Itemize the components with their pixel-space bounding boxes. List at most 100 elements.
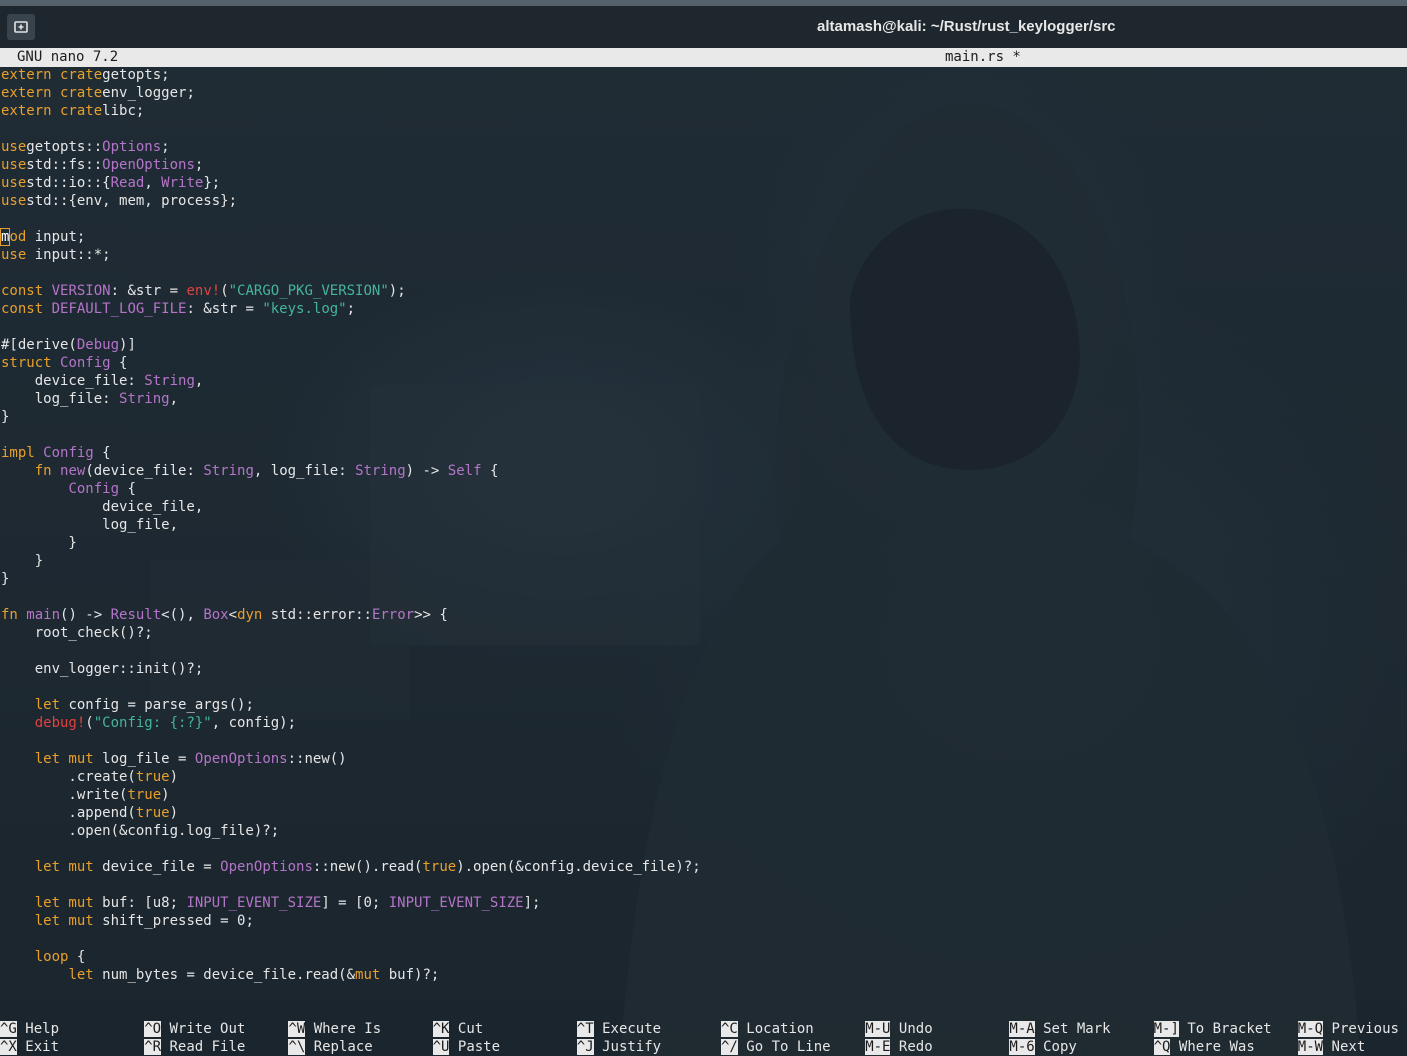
shortcut-location[interactable]: ^C Location [721,1020,814,1038]
shortcut-go-to-line[interactable]: ^/ Go To Line [721,1038,831,1056]
code-line[interactable] [1,318,701,336]
code-line[interactable]: .write(true) [1,786,701,804]
code-line[interactable]: Config { [1,480,701,498]
code-line[interactable]: } [1,534,701,552]
code-token: input; [26,229,86,245]
code-token: impl [1,445,35,461]
shortcut-key: M-W [1297,1039,1324,1055]
shortcut-help[interactable]: ^G Help [0,1020,59,1038]
code-line[interactable]: device_file, [1,498,701,516]
code-token: mut [355,967,381,983]
code-line[interactable]: let mut shift_pressed = 0; [1,912,701,930]
shortcut-undo[interactable]: M-U Undo [865,1020,933,1038]
code-line[interactable]: mod input; [0,228,701,246]
code-token: fn [1,607,18,623]
code-line[interactable] [1,840,701,858]
shortcut-label: Location [746,1021,814,1037]
code-token: #[derive( [1,337,77,353]
code-line[interactable]: usestd::fs::OpenOptions; [1,156,701,174]
code-line[interactable]: } [1,570,701,588]
shortcut-execute[interactable]: ^T Execute [576,1020,661,1038]
code-line[interactable]: log_file: String, [1,390,701,408]
code-token: use [1,157,27,173]
new-tab-button[interactable] [7,14,35,40]
code-token: env! [186,283,221,299]
shortcut-cut[interactable]: ^K Cut [432,1020,483,1038]
shortcut-exit[interactable]: ^X Exit [0,1038,59,1056]
code-line[interactable]: usestd::io::{Read, Write}; [1,174,701,192]
code-line[interactable]: } [1,552,701,570]
code-token: root_check()?; [1,625,153,641]
code-line[interactable]: .open(&config.log_file)?; [1,822,701,840]
code-line[interactable] [1,210,701,228]
code-token: log_file, [1,517,179,533]
code-line[interactable]: extern crateenv_logger; [1,84,701,102]
code-token: const [1,283,44,299]
code-line[interactable] [1,120,701,138]
code-line[interactable] [1,588,701,606]
shortcut-previous[interactable]: M-Q Previous [1297,1020,1399,1038]
code-token: let mut [34,913,94,929]
code-line[interactable]: usegetopts::Options; [1,138,701,156]
code-line[interactable]: log_file, [1,516,701,534]
shortcut-key: ^O [144,1021,162,1037]
code-line[interactable] [1,732,701,750]
code-line[interactable] [1,930,701,948]
shortcut-label: Read File [169,1039,246,1055]
code-line[interactable]: fn main() -> Result<(), Box<dyn std::err… [1,606,701,624]
code-line[interactable]: struct Config { [1,354,701,372]
code-line[interactable]: env_logger::init()?; [1,660,701,678]
code-token: String [203,463,254,479]
shortcut-write-out[interactable]: ^O Write Out [144,1020,245,1038]
code-token: INPUT_EVENT_SIZE [388,895,524,911]
code-line[interactable]: debug!("Config: {:?}", config); [1,714,701,732]
code-line[interactable]: loop { [1,948,701,966]
code-editor[interactable]: extern crategetopts; extern crateenv_logg… [0,66,701,984]
code-line[interactable]: .append(true) [1,804,701,822]
code-line[interactable]: let mut buf: [u8; INPUT_EVENT_SIZE] = [0… [1,894,701,912]
shortcut-key: ^C [721,1021,738,1037]
code-line[interactable]: #[derive(Debug)] [1,336,701,354]
shortcut-redo[interactable]: M-E Redo [865,1038,933,1056]
code-line[interactable]: } [1,408,701,426]
code-token: ); [388,283,406,299]
code-line[interactable]: let config = parse_args(); [1,696,701,714]
code-line[interactable]: extern cratelibc; [1,102,701,120]
code-line[interactable]: use input::*; [1,246,701,264]
shortcut-next[interactable]: M-W Next [1297,1038,1365,1056]
code-token: Config [68,481,120,497]
code-line[interactable]: const DEFAULT_LOG_FILE: &str = "keys.log… [1,300,701,318]
code-token: Config [43,445,94,461]
code-line[interactable] [1,642,701,660]
code-line[interactable] [1,678,701,696]
shortcut-to-bracket[interactable]: M-] To Bracket [1153,1020,1272,1038]
code-token: log_file: [1,391,120,407]
shortcut-where-is[interactable]: ^W Where Is [288,1020,381,1038]
code-line[interactable]: let mut log_file = OpenOptions::new() [1,750,701,768]
code-line[interactable]: let num_bytes = device_file.read(&mut bu… [1,966,701,984]
code-line[interactable]: .create(true) [1,768,701,786]
code-line[interactable]: const VERSION: &str = env!("CARGO_PKG_VE… [1,282,701,300]
shortcut-replace[interactable]: ^\ Replace [288,1038,373,1056]
code-line[interactable]: usestd::{env, mem, process}; [1,192,701,210]
code-line[interactable]: root_check()?; [1,624,701,642]
code-line[interactable] [1,426,701,444]
code-token: ; [346,301,356,317]
code-token: num_bytes = device_file.read(& [93,967,356,983]
code-token: true [135,805,170,821]
code-line[interactable]: impl Config { [1,444,701,462]
code-line[interactable]: let mut device_file = OpenOptions::new()… [1,858,701,876]
code-line[interactable]: device_file: String, [1,372,701,390]
code-line[interactable]: extern crategetopts; [1,66,701,84]
code-line[interactable]: fn new(device_file: String, log_file: St… [1,462,701,480]
shortcut-set-mark[interactable]: M-A Set Mark [1009,1020,1111,1038]
shortcut-copy[interactable]: M-6 Copy [1009,1038,1077,1056]
code-line[interactable] [1,264,701,282]
shortcut-read-file[interactable]: ^R Read File [144,1038,245,1056]
code-token: getopts; [102,67,170,83]
shortcut-paste[interactable]: ^U Paste [432,1038,500,1056]
shortcut-justify[interactable]: ^J Justify [576,1038,661,1056]
shortcut-where-was[interactable]: ^Q Where Was [1153,1038,1255,1056]
code-line[interactable] [1,876,701,894]
